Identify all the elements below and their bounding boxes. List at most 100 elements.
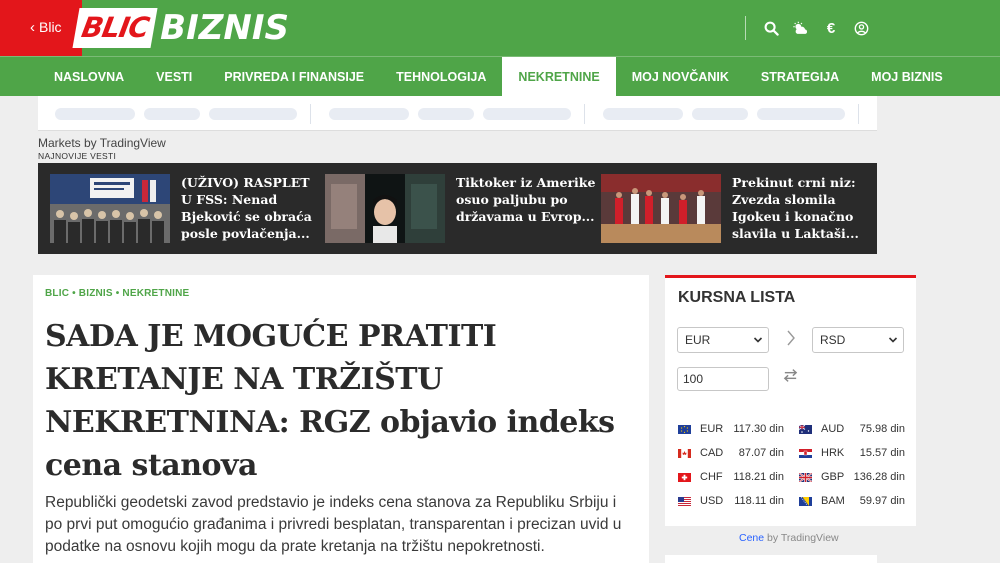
chevron-left-icon: ‹ — [30, 18, 35, 36]
fx-credit: Cene by TradingView — [739, 532, 839, 544]
ticker-placeholder — [209, 108, 297, 120]
ticker-divider — [858, 104, 859, 124]
top-header: ‹ Blic BLIC BIZNIS € — [0, 0, 1000, 56]
markets-by-tradingview-label[interactable]: Markets by TradingView — [38, 136, 166, 150]
currency-code: HRK — [821, 447, 845, 459]
news-thumbnail — [325, 174, 445, 243]
article-lead: Republički geodetski zavod predstavio je… — [45, 494, 622, 555]
user-icon[interactable] — [846, 16, 876, 40]
rate-row: CAD 87.07 din — [678, 445, 784, 461]
back-to-blic-link[interactable]: ‹ Blic — [30, 19, 62, 35]
exchange-rate-title: KURSNA LISTA — [678, 289, 796, 306]
ticker-placeholder — [692, 108, 748, 120]
ticker-placeholder — [329, 108, 409, 120]
bosnia-flag-icon — [799, 496, 812, 506]
market-ticker[interactable] — [38, 96, 877, 131]
ticker-placeholder — [418, 108, 474, 120]
nav-item-moj-novcanik[interactable]: MOJ NOVČANIK — [616, 57, 745, 97]
usa-flag-icon — [678, 496, 691, 506]
rate-row: USD 118.11 din — [678, 493, 784, 509]
logo-biznis: BIZNIS — [160, 8, 289, 48]
logo-blic: BLIC — [72, 8, 158, 48]
nav-item-nekretnine[interactable]: NEKRETNINE — [502, 57, 616, 97]
news-title[interactable]: Tiktoker iz Amerike osuo paljubu po drža… — [456, 174, 596, 243]
rate-row: EUR 117.30 din — [678, 421, 784, 437]
header-tools: € — [745, 16, 876, 40]
croatia-flag-icon — [799, 448, 812, 458]
ticker-placeholder — [144, 108, 200, 120]
news-card[interactable]: Prekinut crni niz: Zvezda slomila Igokeu… — [601, 174, 872, 243]
rate-row: CHF 118.21 din — [678, 469, 784, 485]
rate-row: BAM 59.97 din — [799, 493, 905, 509]
news-card[interactable]: Tiktoker iz Amerike osuo paljubu po drža… — [325, 174, 596, 243]
currency-rate: 15.57 din — [859, 447, 905, 459]
ticker-placeholder — [757, 108, 845, 120]
latest-news-strip: (UŽIVO) RASPLET U FSS: Nenad Bjeković se… — [38, 163, 877, 254]
ticker-divider — [584, 104, 585, 124]
currency-rate: 117.30 din — [733, 423, 784, 435]
uk-flag-icon — [799, 472, 812, 482]
currency-code: GBP — [821, 471, 845, 483]
currency-rate: 87.07 din — [738, 447, 784, 459]
ticker-divider — [310, 104, 311, 124]
main-nav: NASLOVNA VESTI PRIVREDA I FINANSIJE TEHN… — [0, 56, 1000, 97]
nav-item-moj-biznis[interactable]: MOJ BIZNIS — [855, 57, 959, 97]
currency-rate: 118.21 din — [733, 471, 784, 483]
chevron-right-icon — [785, 328, 797, 354]
rate-row: AUD 75.98 din — [799, 421, 905, 437]
nav-item-naslovna[interactable]: NASLOVNA — [38, 57, 140, 97]
search-icon[interactable] — [756, 16, 786, 40]
tradingview-credit[interactable]: by TradingView — [764, 532, 839, 544]
currency-rate: 75.98 din — [859, 423, 905, 435]
chevron-down-icon — [753, 328, 763, 362]
switzerland-flag-icon — [678, 472, 691, 482]
article-card: BLIC • BIZNIS • NEKRETNINE SADA JE MOGUĆ… — [33, 275, 649, 563]
nav-item-strategija[interactable]: STRATEGIJA — [745, 57, 855, 97]
site-logo[interactable]: BLIC BIZNIS — [72, 6, 289, 50]
currency-code: CAD — [700, 447, 724, 459]
currency-code: USD — [700, 495, 724, 507]
breadcrumb[interactable]: BLIC • BIZNIS • NEKRETNINE — [45, 288, 189, 299]
from-currency-value: EUR — [685, 333, 711, 347]
to-currency-select[interactable]: RSD — [812, 327, 904, 353]
amount-input[interactable]: 100 — [677, 367, 769, 391]
rate-row: HRK 15.57 din — [799, 445, 905, 461]
weather-icon[interactable] — [786, 16, 816, 40]
currency-rate: 118.11 din — [734, 495, 784, 507]
cene-link[interactable]: Cene — [739, 532, 764, 544]
sidebar-below-fold — [665, 555, 877, 563]
nav-item-privreda-i-finansije[interactable]: PRIVREDA I FINANSIJE — [208, 57, 380, 97]
currency-rate: 136.28 din — [853, 471, 905, 483]
article-headline: SADA JE MOGUĆE PRATITI KRETANJE NA TRŽIŠ… — [45, 319, 615, 483]
news-thumbnail — [50, 174, 170, 243]
ticker-placeholder — [483, 108, 571, 120]
ticker-placeholder — [55, 108, 135, 120]
news-title[interactable]: Prekinut crni niz: Zvezda slomila Igokeu… — [732, 174, 872, 243]
exchange-rate-widget: KURSNA LISTA EUR RSD 100 EUR 117.30 din … — [665, 275, 916, 526]
ticker-placeholder — [603, 108, 683, 120]
nav-item-vesti[interactable]: VESTI — [140, 57, 208, 97]
euro-glyph: € — [826, 19, 836, 37]
header-divider — [745, 16, 746, 40]
currency-code: EUR — [700, 423, 724, 435]
back-link-label: Blic — [39, 19, 62, 35]
latest-news-label: NAJNOVIJE VESTI — [38, 151, 117, 161]
news-card[interactable]: (UŽIVO) RASPLET U FSS: Nenad Bjeković se… — [50, 174, 321, 243]
canada-flag-icon — [678, 448, 691, 458]
swap-icon[interactable] — [782, 367, 799, 389]
chevron-down-icon — [888, 328, 898, 362]
currency-rate: 59.97 din — [859, 495, 905, 507]
eu-flag-icon — [678, 424, 691, 434]
euro-icon[interactable]: € — [816, 16, 846, 40]
from-currency-select[interactable]: EUR — [677, 327, 769, 353]
currency-code: CHF — [700, 471, 723, 483]
to-currency-value: RSD — [820, 333, 846, 347]
news-title[interactable]: (UŽIVO) RASPLET U FSS: Nenad Bjeković se… — [181, 174, 321, 243]
news-thumbnail — [601, 174, 721, 243]
currency-code: AUD — [821, 423, 845, 435]
nav-item-tehnologija[interactable]: TEHNOLOGIJA — [380, 57, 502, 97]
currency-code: BAM — [821, 495, 845, 507]
content-below-fold — [38, 555, 624, 563]
rate-row: GBP 136.28 din — [799, 469, 905, 485]
australia-flag-icon — [799, 424, 812, 434]
